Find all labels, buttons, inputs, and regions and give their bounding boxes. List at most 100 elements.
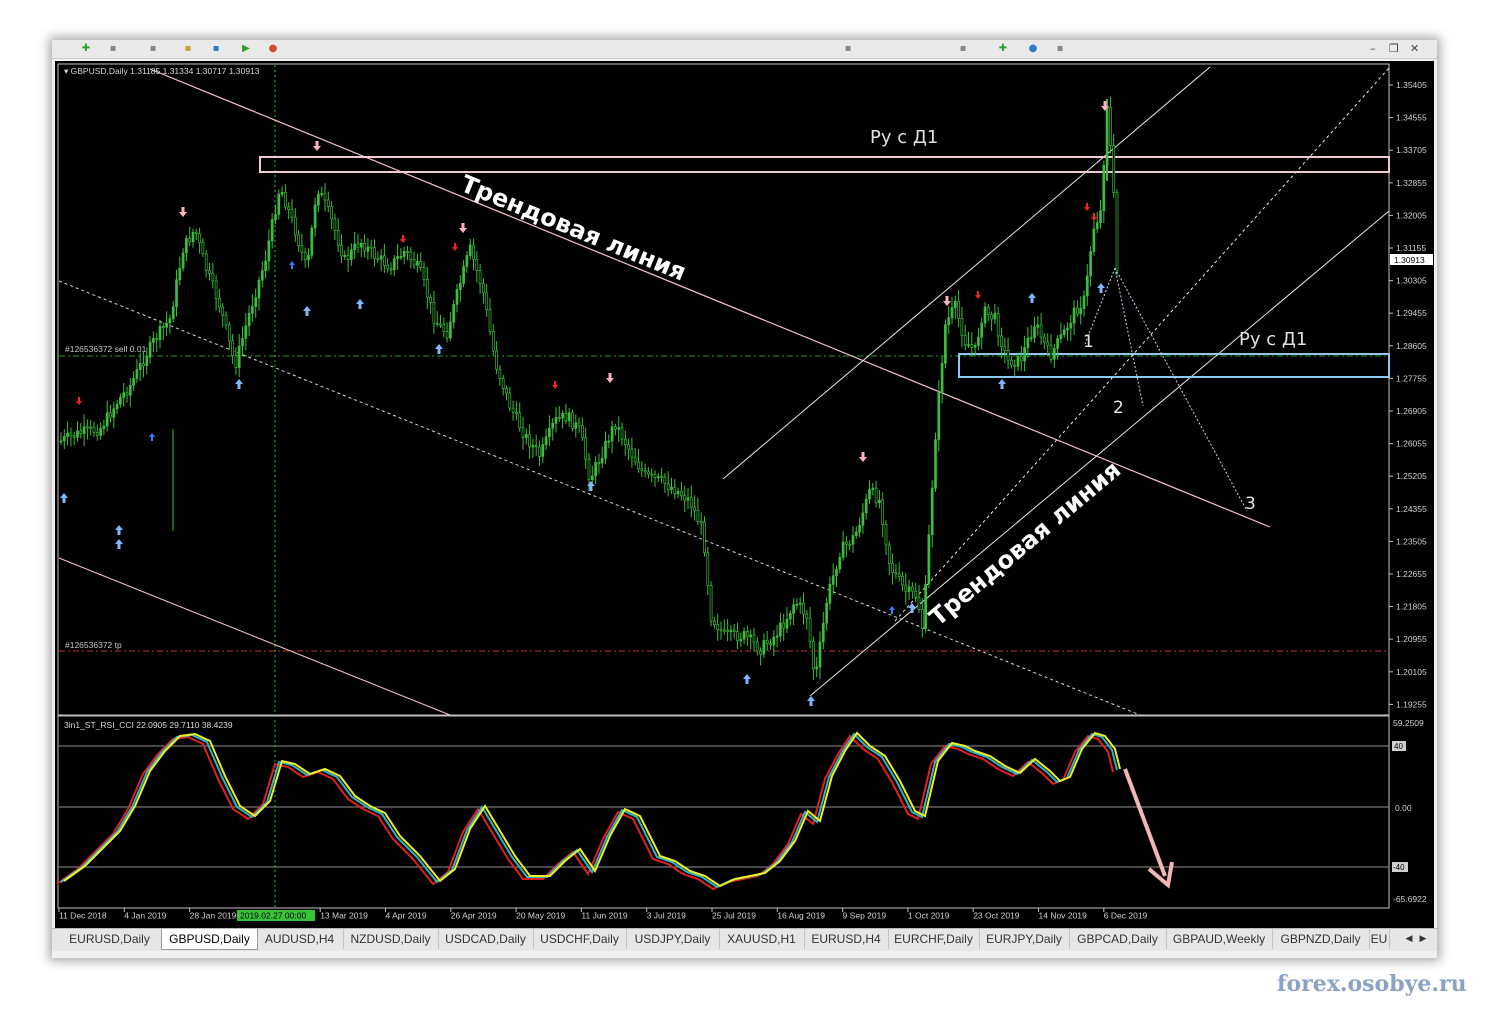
- toolbar: ✚ ▪ ▪ ▪ ▪ ▶ ● ▪ ▪ ✚ ● ▪ – ❐ ✕: [52, 40, 1437, 59]
- candle-body: [472, 244, 475, 260]
- toolbar-icon[interactable]: ▪: [210, 43, 222, 55]
- candle-body: [633, 456, 637, 463]
- candle-body: [845, 541, 848, 545]
- trend-line-label-up: Трендовая линия: [924, 455, 1126, 631]
- toolbar-icon[interactable]: ▪: [842, 43, 854, 55]
- candle-body: [425, 279, 429, 298]
- tab-gbpcad-daily[interactable]: GBPCAD,Daily: [1069, 929, 1167, 949]
- candle-body: [66, 432, 69, 437]
- candle-body: [406, 251, 409, 253]
- candle-body: [498, 368, 502, 379]
- candle-body: [1089, 251, 1092, 277]
- candle-body: [62, 436, 66, 442]
- candle-body: [254, 297, 258, 307]
- tab-scroll-right-icon[interactable]: ▶: [1416, 929, 1430, 949]
- tab-gbpusd-daily[interactable]: GBPUSD,Daily: [161, 929, 258, 950]
- candle-body: [858, 525, 861, 533]
- toolbar-icon[interactable]: ▪: [107, 43, 119, 55]
- candle-body: [643, 469, 647, 473]
- candle-body: [831, 575, 835, 585]
- price-tick-label: 1.27755: [1396, 373, 1427, 383]
- signal-down-arrow-icon: [975, 291, 981, 299]
- ascending-trend-line[interactable]: [809, 210, 1390, 697]
- descending-channel-midline[interactable]: [58, 280, 1141, 716]
- descending-trend-line[interactable]: [149, 68, 1271, 528]
- ascending-channel-upper[interactable]: [722, 66, 1211, 480]
- tab-usdjpy-daily[interactable]: USDJPY,Daily: [626, 929, 720, 949]
- tab-eurusd-h4[interactable]: EURUSD,H4: [804, 929, 889, 949]
- candle-body: [874, 487, 878, 503]
- candle-body: [640, 468, 644, 471]
- date-tick-label: 11 Jun 2019: [581, 911, 627, 921]
- candle-body: [307, 254, 310, 261]
- tab-xauusd-h1[interactable]: XAUUSD,H1: [719, 929, 805, 949]
- terminal-window: ✚ ▪ ▪ ▪ ▪ ▶ ● ▪ ▪ ✚ ● ▪ – ❐ ✕ #126536372…: [52, 40, 1437, 958]
- descending-channel-lower[interactable]: [58, 557, 451, 716]
- crosshair-add-icon[interactable]: ✚: [997, 43, 1009, 55]
- price-axis[interactable]: 1.35405 1.34555 1.33705 1.32855 1.32005 1.311…: [1389, 80, 1427, 709]
- candle-body: [709, 585, 713, 622]
- tab-gbpaud-weekly[interactable]: GBPAUD,Weekly: [1166, 929, 1273, 949]
- chart-area[interactable]: #126536372 sell 0.01 #126536372 tp ▾ GBP…: [55, 61, 1434, 948]
- tab-eurchf-daily[interactable]: EURCHF,Daily: [888, 929, 980, 949]
- close-icon[interactable]: ✕: [1410, 42, 1419, 56]
- candle-body: [944, 324, 947, 364]
- candle-body: [732, 629, 736, 632]
- candle-body: [264, 260, 267, 272]
- candle-body: [369, 246, 373, 249]
- date-axis[interactable]: 11 Dec 2018 4 Jan 2019 28 Jan 2019 13 Mar 2…: [58, 908, 1148, 921]
- candle-body: [775, 635, 779, 638]
- candle-body: [244, 325, 248, 339]
- candle-body: [287, 206, 291, 210]
- candle-body: [812, 640, 815, 670]
- tab-nzdusd-daily[interactable]: NZDUSD,Daily: [343, 929, 439, 949]
- tab-gbpnzd-daily[interactable]: GBPNZD,Daily: [1272, 929, 1370, 949]
- restore-icon[interactable]: ❐: [1389, 42, 1399, 56]
- tab-usdchf-daily[interactable]: USDCHF,Daily: [533, 929, 627, 949]
- candle-body: [676, 490, 680, 495]
- price-tick-label: 1.31155: [1396, 243, 1426, 253]
- candle-body: [231, 340, 234, 357]
- candle-body: [534, 445, 538, 448]
- toolbar-icon[interactable]: ▪: [957, 43, 969, 55]
- tab-eurjpy-daily[interactable]: EURJPY,Daily: [979, 929, 1070, 949]
- fractal-up-arrow-icon: [1028, 293, 1036, 303]
- indicator-cci-line: [60, 732, 1118, 889]
- candle-body: [891, 563, 894, 573]
- toolbar-icon[interactable]: ▪: [1054, 43, 1066, 55]
- candle-body: [587, 458, 591, 480]
- candle-body: [1102, 165, 1106, 212]
- candle-body: [383, 255, 386, 266]
- tab-usdcad-daily[interactable]: USDCAD,Daily: [438, 929, 534, 949]
- fractal-up-arrow-icon: [115, 525, 123, 535]
- price-chart[interactable]: #126536372 sell 0.01 #126536372 tp ▾ GBP…: [55, 61, 1434, 948]
- candle-body: [323, 193, 327, 201]
- play-icon[interactable]: ▶: [240, 43, 252, 55]
- candle-body: [818, 641, 822, 668]
- candle-body: [221, 306, 225, 316]
- candle-body: [376, 258, 380, 260]
- tab-eu[interactable]: EU: [1369, 929, 1390, 949]
- candle-body: [1010, 359, 1013, 366]
- tab-eurusd-daily[interactable]: EURUSD,Daily: [58, 929, 162, 949]
- candle-body: [630, 448, 634, 458]
- candle-body: [726, 629, 729, 632]
- toolbar-icon[interactable]: ▪: [182, 43, 194, 55]
- candle-body: [274, 214, 277, 220]
- candle-body: [204, 253, 208, 272]
- candle-body: [495, 350, 498, 370]
- candle-body: [501, 378, 505, 390]
- toolbar-icon[interactable]: ▪: [147, 43, 159, 55]
- stop-icon[interactable]: ●: [267, 43, 279, 55]
- wave-projection-2: [1114, 267, 1144, 407]
- candle-body: [1082, 295, 1086, 309]
- candle-body: [515, 411, 518, 414]
- toolbar-icon[interactable]: ●: [1027, 43, 1039, 55]
- new-order-icon[interactable]: ✚: [80, 43, 92, 55]
- minimize-icon[interactable]: –: [1370, 42, 1376, 56]
- tab-scroll-left-icon[interactable]: ◀: [1402, 929, 1416, 949]
- candle-body: [317, 193, 320, 206]
- date-tick-label: 20 May 2019: [516, 911, 565, 921]
- tab-audusd-h4[interactable]: AUDUSD,H4: [256, 929, 344, 949]
- resistance-zone-d1[interactable]: [259, 156, 1390, 173]
